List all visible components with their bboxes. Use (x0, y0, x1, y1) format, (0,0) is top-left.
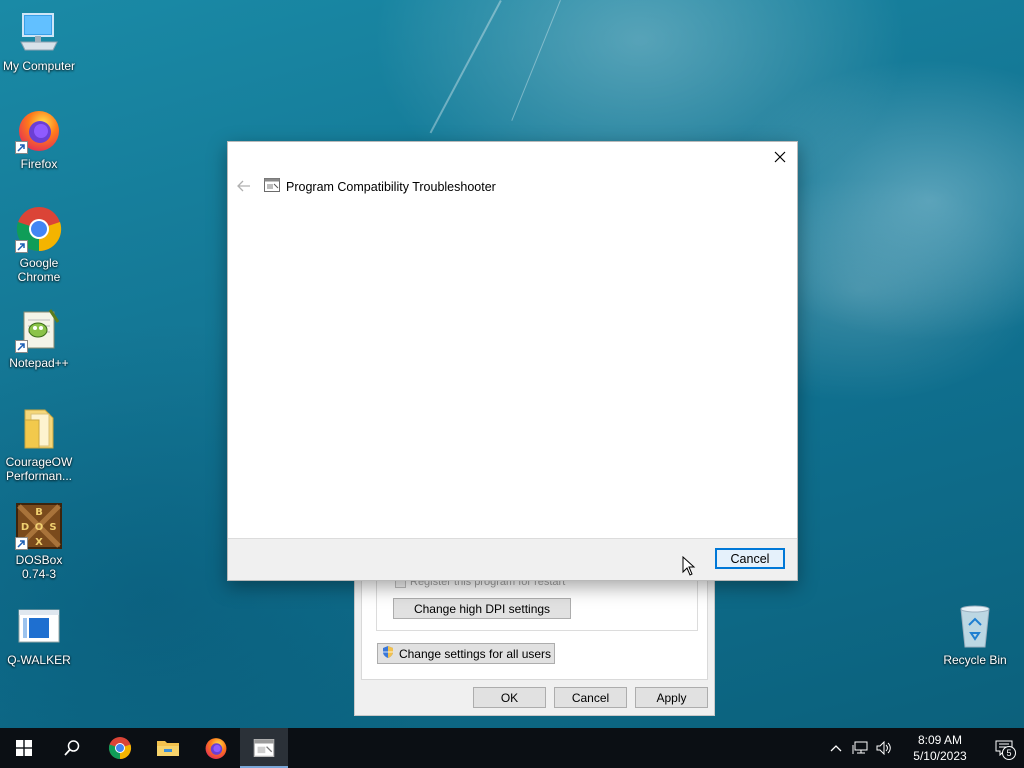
taskbar-troubleshooter[interactable] (240, 728, 288, 768)
uac-shield-icon (381, 645, 395, 662)
back-arrow-icon (237, 180, 250, 192)
change-settings-all-users-button[interactable]: Change settings for all users (377, 643, 555, 664)
change-high-dpi-button[interactable]: Change high DPI settings (393, 598, 571, 619)
properties-cancel-button[interactable]: Cancel (554, 687, 627, 708)
taskbar-file-explorer[interactable] (144, 728, 192, 768)
desktop-icon-label: Firefox (20, 157, 58, 171)
desktop-icon-dosbox[interactable]: B D O S X DOSBox 0.74-3 (1, 502, 77, 581)
ok-button[interactable]: OK (473, 687, 546, 708)
troubleshooter-footer: Cancel (228, 538, 797, 580)
ok-label: OK (500, 690, 519, 705)
notepadpp-icon (15, 305, 63, 353)
close-button[interactable] (765, 144, 795, 170)
computer-icon (15, 8, 63, 56)
taskbar-firefox[interactable] (192, 728, 240, 768)
shortcut-arrow-icon (15, 537, 28, 550)
folder-icon (15, 404, 63, 452)
search-icon (64, 740, 80, 756)
apply-label: Apply (656, 690, 687, 705)
svg-text:X: X (35, 537, 43, 548)
chevron-up-icon (830, 745, 842, 752)
troubleshooter-cancel-button[interactable]: Cancel (715, 548, 785, 569)
desktop-icon-label: My Computer (2, 59, 76, 73)
speaker-icon (876, 741, 891, 755)
search-button[interactable] (48, 728, 96, 768)
svg-text:B: B (35, 507, 43, 518)
back-button[interactable] (236, 178, 252, 194)
desktop-icon-chrome[interactable]: Google Chrome (1, 205, 77, 284)
troubleshooter-cancel-label: Cancel (730, 551, 770, 566)
properties-dialog: Register this program for restart Change… (354, 575, 715, 716)
troubleshooter-header: Program Compatibility Troubleshooter (264, 178, 496, 195)
desktop-icon-label: CourageOW Performan... (5, 455, 73, 483)
svg-text:S: S (49, 522, 56, 533)
firefox-icon (205, 738, 227, 759)
chrome-icon (15, 205, 63, 253)
windows-logo-icon (16, 740, 32, 756)
network-button[interactable] (848, 728, 872, 768)
desktop-icon-label: Notepad++ (9, 356, 69, 370)
troubleshooter-app-icon (264, 178, 280, 195)
desktop-icon-firefox[interactable]: Firefox (1, 106, 77, 171)
recycle-bin-icon (951, 602, 999, 650)
app-window-icon (15, 602, 63, 650)
network-icon (852, 741, 868, 754)
wallpaper-light-ray (511, 0, 561, 121)
troubleshooter-title: Program Compatibility Troubleshooter (286, 179, 496, 194)
apply-button[interactable]: Apply (635, 687, 708, 708)
clock-date: 5/10/2023 (913, 749, 967, 763)
troubleshooter-app-icon (253, 739, 275, 757)
start-button[interactable] (0, 728, 48, 768)
troubleshooter-window: Program Compatibility Troubleshooter Can… (227, 141, 798, 581)
desktop-icon-label: Recycle Bin (943, 653, 1007, 667)
desktop-icon-my-computer[interactable]: My Computer (1, 8, 77, 73)
svg-text:D: D (21, 522, 29, 533)
shortcut-arrow-icon (15, 141, 28, 154)
change-high-dpi-label: Change high DPI settings (413, 601, 551, 616)
desktop-icon-notepadpp[interactable]: Notepad++ (1, 305, 77, 370)
svg-text:O: O (35, 522, 44, 533)
compatibility-tab-panel: Register this program for restart Change… (361, 576, 708, 680)
properties-cancel-label: Cancel (571, 690, 610, 705)
desktop-icon-courageow[interactable]: CourageOW Performan... (1, 404, 77, 483)
system-tray: 8:09 AM 5/10/2023 5 (824, 728, 1024, 768)
dosbox-icon: B D O S X (15, 502, 63, 550)
settings-group: Register this program for restart Change… (376, 576, 698, 631)
show-hidden-icons-button[interactable] (824, 728, 848, 768)
taskbar-chrome[interactable] (96, 728, 144, 768)
clock-time: 8:09 AM (917, 733, 963, 747)
desktop-icon-label: Q-WALKER (7, 653, 71, 667)
desktop-icon-label: DOSBox 0.74-3 (15, 553, 63, 581)
clock[interactable]: 8:09 AM 5/10/2023 (896, 732, 984, 764)
action-center-button[interactable]: 5 (984, 728, 1024, 768)
taskbar: 8:09 AM 5/10/2023 5 (0, 728, 1024, 768)
firefox-icon (15, 106, 63, 154)
wallpaper-light-ray (429, 0, 502, 134)
desktop-icon-label: Google Chrome (17, 256, 61, 284)
chrome-icon (108, 737, 132, 760)
notification-count-badge: 5 (1002, 746, 1016, 760)
volume-button[interactable] (872, 728, 896, 768)
file-explorer-icon (157, 741, 179, 756)
desktop-icon-recycle-bin[interactable]: Recycle Bin (937, 602, 1013, 667)
change-settings-all-users-label: Change settings for all users (398, 646, 552, 661)
shortcut-arrow-icon (15, 340, 28, 353)
shortcut-arrow-icon (15, 240, 28, 253)
close-icon (774, 151, 786, 163)
desktop-icon-q-walker[interactable]: Q-WALKER (1, 602, 77, 667)
